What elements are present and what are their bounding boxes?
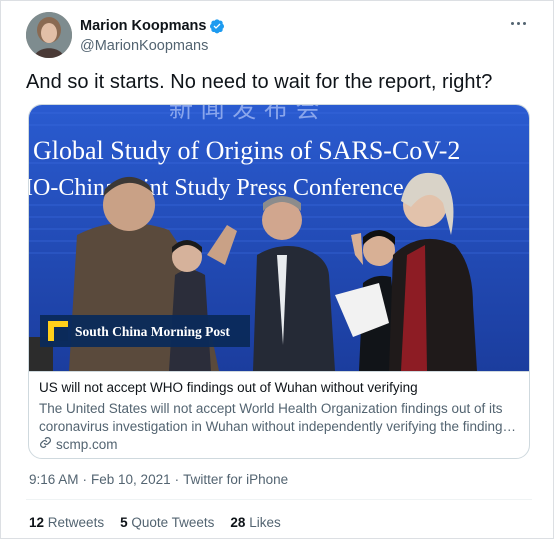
meta-separator: ·	[174, 472, 180, 487]
author-name-row[interactable]: Marion Koopmans	[80, 18, 225, 34]
likes-label: Likes	[249, 515, 281, 530]
card-domain[interactable]: scmp.com	[39, 436, 118, 452]
quote-tweets-stat[interactable]: 5 Quote Tweets	[120, 515, 214, 530]
tweet-source[interactable]: Twitter for iPhone	[183, 472, 288, 487]
verified-badge-icon	[209, 18, 225, 34]
link-icon	[39, 436, 52, 452]
banner-line-2: IO-China Joint Study Press Conference	[29, 175, 404, 201]
retweets-label: Retweets	[47, 515, 105, 530]
retweets-count: 12	[29, 515, 45, 530]
more-options-icon[interactable]	[506, 14, 530, 32]
link-card[interactable]: 新 闻 发 布 会 Global Study of Origins of SAR…	[28, 104, 530, 459]
likes-count: 28	[230, 515, 246, 530]
tweet: Marion Koopmans @MarionKoopmans And so i…	[0, 0, 554, 539]
divider	[26, 499, 532, 500]
avatar[interactable]	[26, 12, 72, 58]
scmp-logo-text: South China Morning Post	[75, 324, 230, 339]
avatar-photo	[26, 12, 72, 58]
card-description-line-2: coronavirus investigation in Wuhan witho…	[39, 419, 519, 434]
retweets-stat[interactable]: 12 Retweets	[29, 515, 104, 530]
card-description: The United States will not accept World …	[39, 400, 519, 436]
tweet-date[interactable]: Feb 10, 2021	[91, 472, 171, 487]
tweet-meta: 9:16 AM · Feb 10, 2021 · Twitter for iPh…	[29, 472, 288, 487]
quotes-count: 5	[120, 515, 128, 530]
card-image[interactable]: 新 闻 发 布 会 Global Study of Origins of SAR…	[29, 105, 529, 371]
banner-line-1: Global Study of Origins of SARS-CoV-2	[33, 136, 460, 165]
banner-top-chars: 新 闻 发 布 会	[169, 105, 320, 123]
tweet-time[interactable]: 9:16 AM	[29, 472, 79, 487]
card-body[interactable]: US will not accept WHO findings out of W…	[29, 371, 529, 458]
card-description-line-1: The United States will not accept World …	[39, 401, 503, 416]
tweet-text: And so it starts. No need to wait for th…	[26, 71, 493, 93]
scmp-logo: South China Morning Post	[40, 315, 250, 347]
author-name[interactable]: Marion Koopmans	[80, 18, 206, 34]
likes-stat[interactable]: 28 Likes	[230, 515, 280, 530]
card-domain-text[interactable]: scmp.com	[56, 437, 118, 452]
author-handle[interactable]: @MarionKoopmans	[80, 38, 208, 54]
meta-separator: ·	[82, 472, 88, 487]
tweet-stats: 12 Retweets 5 Quote Tweets 28 Likes	[29, 515, 281, 530]
quotes-label: Quote Tweets	[131, 515, 215, 530]
card-title[interactable]: US will not accept WHO findings out of W…	[39, 380, 418, 395]
